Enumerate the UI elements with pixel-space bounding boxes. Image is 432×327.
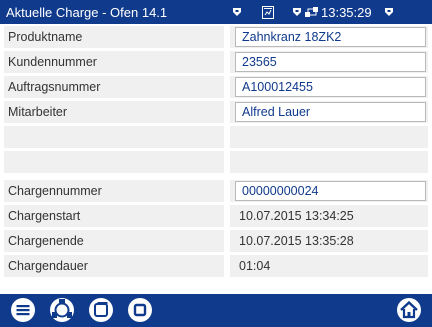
window-button[interactable]: [88, 297, 114, 323]
home-button[interactable]: [396, 297, 422, 323]
field-row-chargendauer: Chargendauer 01:04: [4, 255, 428, 277]
kundennummer-field[interactable]: 23565: [235, 52, 426, 72]
field-row-chargenende: Chargenende 10.07.2015 13:35:28: [4, 230, 428, 252]
list-button[interactable]: [10, 297, 36, 323]
window-title: Aktuelle Charge - Ofen 14.1: [6, 4, 168, 20]
field-row-chargennummer: Chargennummer 00000000024: [4, 180, 428, 202]
mitarbeiter-field[interactable]: Alfred Lauer: [235, 102, 426, 122]
stop-button[interactable]: [127, 297, 153, 323]
field-row-mitarbeiter: Mitarbeiter Alfred Lauer: [4, 101, 428, 123]
auftragsnummer-field[interactable]: A100012455: [235, 77, 426, 97]
marker-icon: [292, 0, 302, 24]
chargenende-value: 10.07.2015 13:35:28: [239, 234, 354, 248]
field-label: Chargendauer: [8, 259, 88, 273]
field-label: Mitarbeiter: [8, 105, 68, 119]
field-row-kundennummer: Kundennummer 23565: [4, 51, 428, 73]
field-label: Auftragsnummer: [8, 80, 101, 94]
title-bar: Aktuelle Charge - Ofen 14.1 13:35:29: [0, 0, 432, 24]
clock-time: 13:35:29: [321, 4, 372, 20]
stop-icon: [127, 297, 153, 323]
network-icon: [305, 0, 319, 24]
group-button[interactable]: [49, 297, 75, 323]
produktname-field[interactable]: Zahnkranz 18ZK2: [235, 27, 426, 47]
document-icon[interactable]: [262, 0, 274, 24]
field-label: Produktname: [8, 30, 83, 44]
window-icon: [88, 297, 114, 323]
field-row-chargenstart: Chargenstart 10.07.2015 13:34:25: [4, 205, 428, 227]
chargenstart-value: 10.07.2015 13:34:25: [239, 209, 354, 223]
field-row-produktname: Produktname Zahnkranz 18ZK2: [4, 26, 428, 48]
empty-row: [4, 126, 428, 148]
field-row-auftragsnummer: Auftragsnummer A100012455: [4, 76, 428, 98]
chargendauer-value: 01:04: [239, 259, 271, 273]
status-area: 13:35:29: [218, 0, 432, 24]
bottom-toolbar: [0, 294, 432, 327]
marker-icon: [384, 0, 394, 24]
field-label: Chargenende: [8, 234, 84, 248]
empty-row: [4, 151, 428, 173]
chargennummer-field[interactable]: 00000000024: [235, 181, 426, 201]
field-label: Chargennummer: [8, 184, 102, 198]
field-label: Chargenstart: [8, 209, 81, 223]
group-icon: [49, 297, 75, 323]
batch-form: Produktname Zahnkranz 18ZK2 Kundennummer…: [0, 26, 432, 280]
list-icon: [10, 297, 36, 323]
field-label: Kundennummer: [8, 55, 97, 69]
marker-icon: [232, 0, 242, 24]
home-icon: [396, 297, 422, 323]
